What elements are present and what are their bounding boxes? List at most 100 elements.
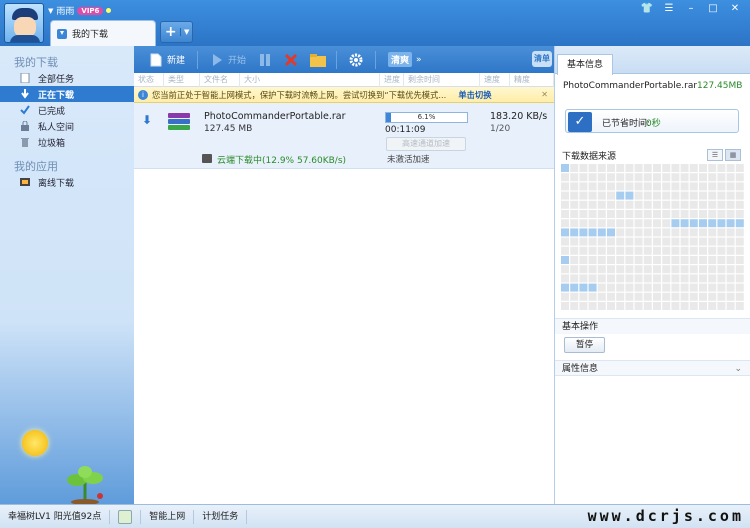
tab-basic-info[interactable]: 基本信息 xyxy=(557,54,613,75)
level-icon[interactable] xyxy=(110,509,142,524)
start-button[interactable]: 开始 xyxy=(207,51,249,69)
properties-section[interactable]: 属性信息 ⌄ xyxy=(555,360,750,376)
chevron-down-icon[interactable]: ▼ xyxy=(180,28,192,36)
grid-block xyxy=(671,182,680,191)
new-document-icon xyxy=(149,53,163,67)
grid-block xyxy=(607,228,615,237)
task-row[interactable]: ⬇ PhotoCommanderPortable.rar 127.45 MB 6… xyxy=(134,103,554,169)
minimize-icon[interactable]: – xyxy=(682,2,700,16)
smart-browsing-mode[interactable]: 智能上网 xyxy=(141,509,195,524)
cleanup-button[interactable]: 清爽 » xyxy=(385,50,425,69)
grid-block xyxy=(662,210,671,218)
grid-block xyxy=(588,302,597,310)
grid-view-icon[interactable]: ▦ xyxy=(725,149,741,161)
column-header-filename[interactable]: 文件名 xyxy=(200,72,240,87)
pause-toolbar-button[interactable] xyxy=(255,51,275,69)
grid-block xyxy=(717,246,726,255)
open-folder-button[interactable] xyxy=(307,51,327,69)
grid-block xyxy=(607,191,615,200)
column-header-speed[interactable]: 速度 xyxy=(480,72,510,87)
new-tab-button[interactable]: + ▼ xyxy=(160,21,193,43)
grid-block xyxy=(680,200,689,209)
grid-block xyxy=(653,256,661,264)
saved-time-value: 0秒 xyxy=(646,119,661,129)
grid-block xyxy=(680,274,689,283)
pause-button[interactable]: 暂停 xyxy=(564,337,605,353)
grid-block xyxy=(671,256,680,264)
list-view-button[interactable]: 清单 xyxy=(532,51,552,67)
user-info[interactable]: ▼ 雨雨 VIP6 xyxy=(48,4,112,17)
delete-x-icon xyxy=(284,53,298,67)
grid-block xyxy=(616,210,625,218)
list-view-icon[interactable]: ☰ xyxy=(707,149,723,161)
grid-block xyxy=(689,200,698,209)
sidebar-item-label: 垃圾箱 xyxy=(38,138,66,149)
grid-block xyxy=(671,283,680,292)
sun-icon[interactable] xyxy=(22,430,48,456)
grid-block xyxy=(634,182,643,191)
grid-block xyxy=(607,219,615,228)
chevron-down-icon[interactable]: ▼ xyxy=(48,7,53,15)
window-controls: 👕 ☰ – □ ✕ xyxy=(638,2,744,16)
grid-block xyxy=(570,237,579,246)
grid-block xyxy=(634,246,643,255)
grid-block xyxy=(597,200,606,209)
column-header-size[interactable]: 大小 xyxy=(240,72,380,87)
grid-block xyxy=(680,219,689,228)
column-header-accuracy[interactable]: 精度 xyxy=(510,72,554,87)
lock-icon xyxy=(20,120,30,131)
play-icon xyxy=(210,53,224,67)
data-source-header: 下载数据来源 ☰ ▦ xyxy=(555,146,750,164)
grid-block xyxy=(726,219,735,228)
grid-block xyxy=(726,256,735,264)
vip-badge[interactable]: VIP6 xyxy=(77,6,104,15)
menu-icon[interactable]: ☰ xyxy=(660,2,678,16)
column-header-type[interactable]: 类型 xyxy=(164,72,200,87)
close-notice-button[interactable]: ✕ xyxy=(541,90,548,99)
sidebar-item-all-tasks[interactable]: 全部任务 xyxy=(0,70,134,86)
sidebar-item-private-space[interactable]: 私人空间 xyxy=(0,118,134,134)
skin-icon[interactable]: 👕 xyxy=(638,2,656,16)
high-speed-channel-button[interactable]: 高速通道加速 xyxy=(386,137,466,151)
avatar[interactable] xyxy=(4,3,44,43)
status-dot-icon xyxy=(106,8,112,13)
grid-block xyxy=(662,265,671,274)
happy-tree-level[interactable]: 幸福树LV1 阳光值92点 xyxy=(0,509,111,524)
happy-tree-plant-icon[interactable] xyxy=(62,464,108,505)
grid-block xyxy=(680,256,689,264)
grid-block xyxy=(653,191,661,200)
plus-icon[interactable]: + xyxy=(161,22,180,42)
grid-block xyxy=(625,164,634,172)
grid-block xyxy=(643,191,652,200)
grid-block xyxy=(735,173,744,182)
chevron-down-icon[interactable]: ⌄ xyxy=(734,361,742,377)
tab-my-downloads[interactable]: 我的下载 xyxy=(50,20,156,46)
folder-icon xyxy=(310,53,327,67)
grid-block xyxy=(671,265,680,274)
grid-block xyxy=(579,164,588,172)
delete-button[interactable] xyxy=(281,51,301,69)
new-task-button[interactable]: 新建 xyxy=(146,51,188,69)
properties-title: 属性信息 xyxy=(562,364,599,374)
grid-block xyxy=(643,246,652,255)
sidebar-item-offline-download[interactable]: 离线下载 xyxy=(0,174,134,190)
sidebar-item-completed[interactable]: 已完成 xyxy=(0,102,134,118)
username[interactable]: 雨雨 xyxy=(56,4,74,17)
sidebar-item-trash[interactable]: 垃圾箱 xyxy=(0,134,134,150)
grid-block xyxy=(643,283,652,292)
grid-block xyxy=(708,191,717,200)
sidebar-item-downloading[interactable]: 正在下载 xyxy=(0,86,134,102)
grid-block xyxy=(634,256,643,264)
column-header-progress[interactable]: 进度 xyxy=(380,72,404,87)
grid-block xyxy=(717,182,726,191)
column-header-status[interactable]: 状态 xyxy=(134,72,164,87)
grid-block xyxy=(662,173,671,182)
column-header-remaining[interactable]: 剩余时间 xyxy=(404,72,480,87)
grid-block xyxy=(680,210,689,218)
scheduled-tasks[interactable]: 计划任务 xyxy=(194,509,248,524)
close-icon[interactable]: ✕ xyxy=(726,2,744,16)
switch-mode-link[interactable]: 单击切换 xyxy=(458,89,491,101)
maximize-icon[interactable]: □ xyxy=(704,2,722,16)
settings-button[interactable] xyxy=(346,51,366,69)
grid-block xyxy=(735,191,744,200)
